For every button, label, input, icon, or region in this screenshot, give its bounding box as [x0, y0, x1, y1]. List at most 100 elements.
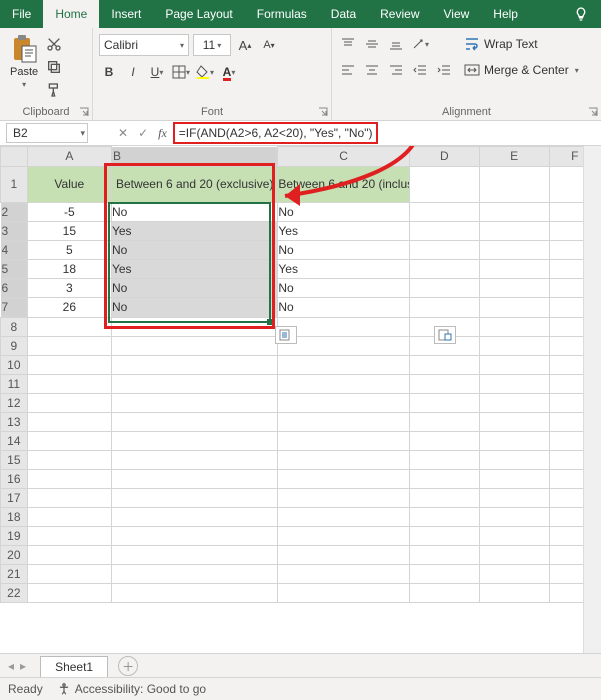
- cell[interactable]: [27, 393, 111, 412]
- cell[interactable]: 18: [27, 260, 111, 279]
- cell[interactable]: [278, 431, 410, 450]
- cell[interactable]: [27, 507, 111, 526]
- cell[interactable]: No: [278, 202, 410, 222]
- row-header[interactable]: 20: [1, 545, 28, 564]
- cell[interactable]: [479, 507, 549, 526]
- cell[interactable]: 26: [27, 298, 111, 318]
- cell[interactable]: [278, 564, 410, 583]
- cell[interactable]: [409, 202, 479, 222]
- tab-file[interactable]: File: [0, 0, 43, 28]
- cell[interactable]: [27, 336, 111, 355]
- cell[interactable]: [278, 393, 410, 412]
- orientation-icon[interactable]: ▾: [410, 34, 430, 54]
- cell[interactable]: [27, 374, 111, 393]
- row-header[interactable]: 8: [1, 317, 28, 336]
- cell[interactable]: [409, 222, 479, 241]
- cell[interactable]: [479, 412, 549, 431]
- cell[interactable]: [409, 431, 479, 450]
- cell[interactable]: [27, 469, 111, 488]
- cell[interactable]: [278, 545, 410, 564]
- row-header[interactable]: 15: [1, 450, 28, 469]
- row-header[interactable]: 5: [1, 260, 27, 279]
- row-header[interactable]: 10: [1, 355, 28, 374]
- accessibility-status[interactable]: Accessibility: Good to go: [57, 682, 206, 696]
- cell[interactable]: [479, 450, 549, 469]
- col-header-D[interactable]: D: [409, 147, 479, 167]
- cell[interactable]: [409, 564, 479, 583]
- cell[interactable]: [479, 336, 549, 355]
- cell[interactable]: Between 6 and 20 (inclusive): [278, 166, 410, 202]
- cell[interactable]: [479, 355, 549, 374]
- cell[interactable]: [409, 412, 479, 431]
- cell[interactable]: [278, 507, 410, 526]
- cell[interactable]: [111, 507, 277, 526]
- row-header[interactable]: 3: [1, 222, 27, 241]
- cell[interactable]: [479, 279, 549, 298]
- underline-button[interactable]: U▾: [147, 62, 167, 82]
- cell[interactable]: [111, 526, 277, 545]
- align-bottom-icon[interactable]: [386, 34, 406, 54]
- cell[interactable]: [27, 488, 111, 507]
- cell[interactable]: 5: [27, 241, 111, 260]
- cell[interactable]: [111, 545, 277, 564]
- fill-color-button[interactable]: ▾: [195, 62, 215, 82]
- cell[interactable]: [409, 545, 479, 564]
- cell[interactable]: [409, 393, 479, 412]
- format-painter-icon[interactable]: [46, 82, 62, 101]
- cell[interactable]: [409, 166, 479, 202]
- col-header-E[interactable]: E: [479, 147, 549, 167]
- cell[interactable]: [479, 166, 549, 202]
- cell[interactable]: [111, 488, 277, 507]
- cell[interactable]: [111, 583, 277, 602]
- increase-indent-icon[interactable]: [434, 60, 454, 80]
- borders-button[interactable]: ▾: [171, 62, 191, 82]
- vertical-scrollbar[interactable]: [583, 146, 601, 654]
- cell[interactable]: -5: [27, 202, 111, 222]
- cell[interactable]: [278, 488, 410, 507]
- align-top-icon[interactable]: [338, 34, 358, 54]
- row-header[interactable]: 22: [1, 583, 28, 602]
- copy-icon[interactable]: [46, 59, 62, 78]
- cell[interactable]: [278, 450, 410, 469]
- spreadsheet-grid[interactable]: A B C D E F 1ValueBetween 6 and 20 (excl…: [0, 146, 601, 654]
- cell[interactable]: Value: [27, 166, 111, 202]
- row-header[interactable]: 9: [1, 336, 28, 355]
- cell[interactable]: 3: [27, 279, 111, 298]
- row-header[interactable]: 11: [1, 374, 28, 393]
- cell[interactable]: [479, 469, 549, 488]
- cell[interactable]: [278, 336, 410, 355]
- alignment-dialog-launcher-icon[interactable]: [587, 106, 599, 118]
- cell[interactable]: [479, 564, 549, 583]
- font-name-select[interactable]: Calibri▾: [99, 34, 189, 56]
- row-header[interactable]: 17: [1, 488, 28, 507]
- cell[interactable]: [111, 564, 277, 583]
- font-size-select[interactable]: 11▾: [193, 34, 231, 56]
- increase-font-icon[interactable]: A▴: [235, 35, 255, 55]
- cell[interactable]: [479, 202, 549, 222]
- cell[interactable]: [479, 526, 549, 545]
- cell[interactable]: [278, 412, 410, 431]
- cell[interactable]: [409, 469, 479, 488]
- cell[interactable]: [409, 241, 479, 260]
- cell[interactable]: [111, 412, 277, 431]
- row-header[interactable]: 14: [1, 431, 28, 450]
- cell[interactable]: [111, 374, 277, 393]
- cell[interactable]: No: [278, 279, 410, 298]
- cell[interactable]: [479, 241, 549, 260]
- col-header-C[interactable]: C: [278, 147, 410, 167]
- cell[interactable]: [27, 583, 111, 602]
- cell[interactable]: Yes: [278, 222, 410, 241]
- cell[interactable]: No: [278, 298, 410, 318]
- row-header[interactable]: 7: [1, 298, 27, 317]
- cell[interactable]: [479, 260, 549, 279]
- new-sheet-button[interactable]: ＋: [118, 656, 138, 676]
- align-right-icon[interactable]: [386, 60, 406, 80]
- cell[interactable]: [409, 298, 479, 318]
- row-header[interactable]: 1: [1, 166, 28, 202]
- cell[interactable]: [27, 545, 111, 564]
- cell[interactable]: No: [111, 298, 277, 318]
- cut-icon[interactable]: [46, 36, 62, 55]
- tab-formulas[interactable]: Formulas: [245, 0, 319, 28]
- cell[interactable]: [409, 507, 479, 526]
- cell[interactable]: [479, 317, 549, 336]
